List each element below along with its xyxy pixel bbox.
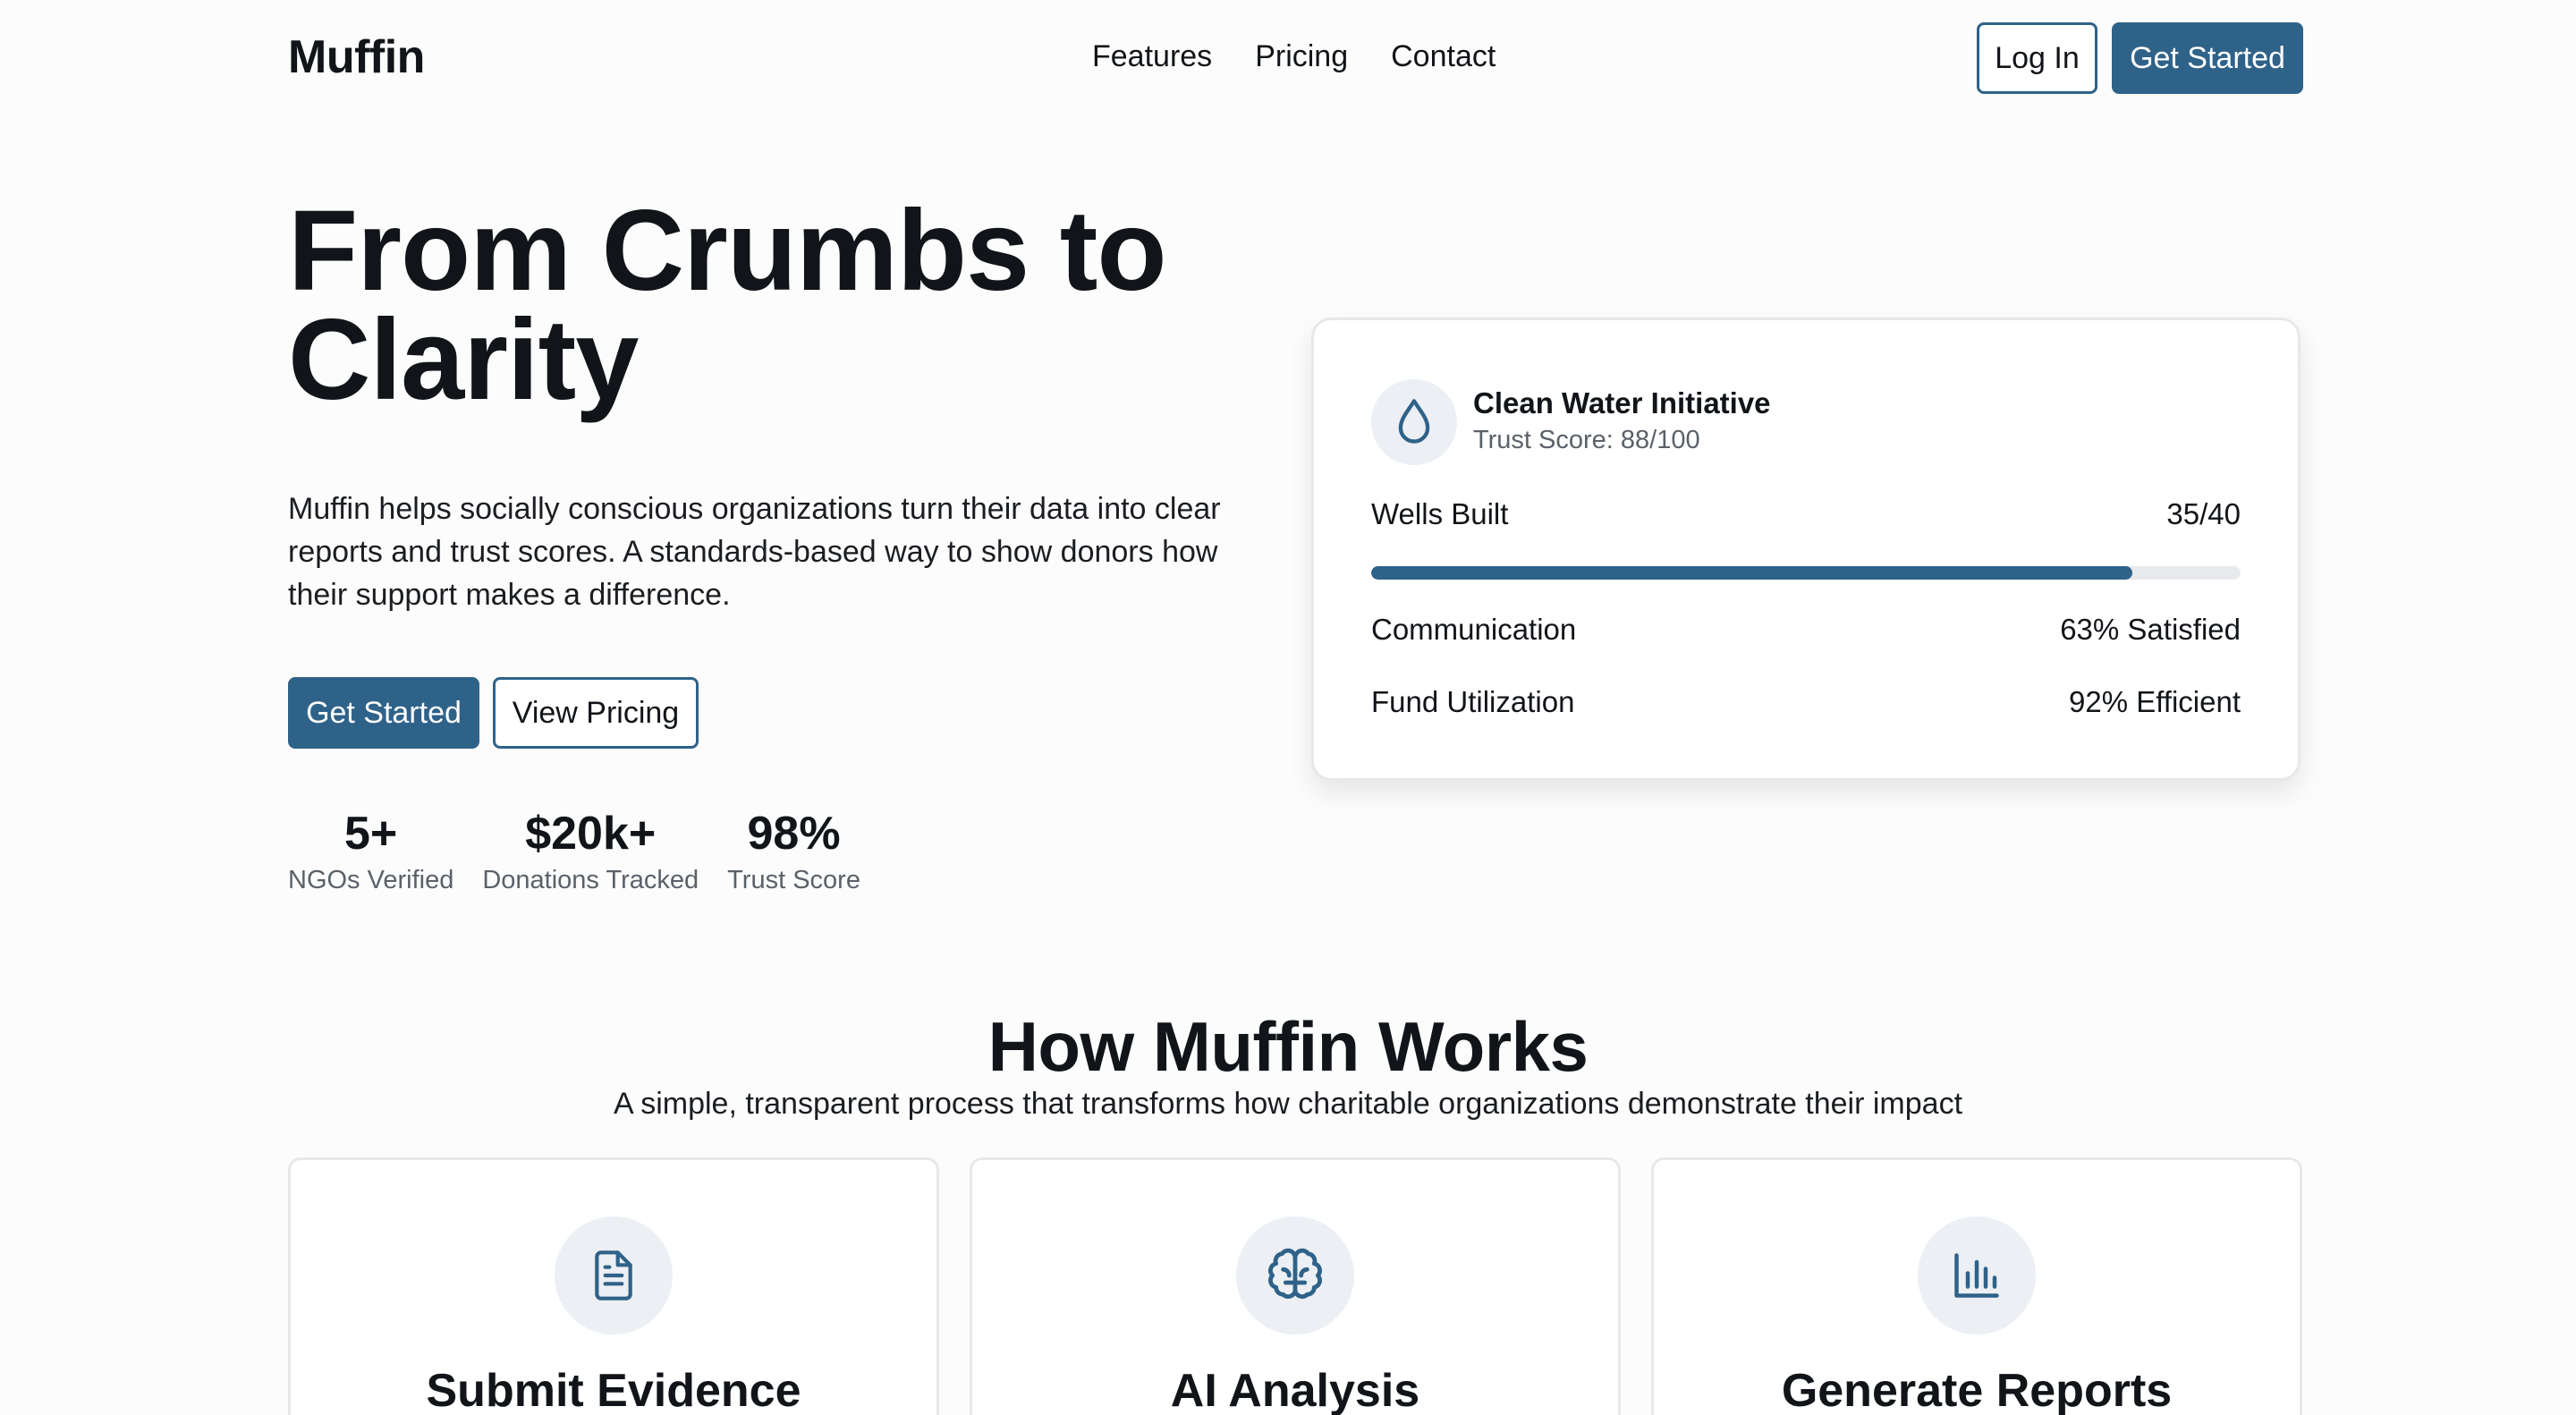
feature-title: AI Analysis xyxy=(1170,1365,1420,1415)
how-it-works-subtitle: A simple, transparent process that trans… xyxy=(613,1087,1963,1121)
main-nav: Features Pricing Contact xyxy=(1092,39,1496,74)
stat-label: Donations Tracked xyxy=(482,866,699,894)
hero-get-started-button[interactable]: Get Started xyxy=(288,677,479,749)
communication-label: Communication xyxy=(1371,613,1577,646)
fund-utilization-value: 92% Efficient xyxy=(2068,685,2241,718)
fund-utilization-row: Fund Utilization 92% Efficient xyxy=(1371,685,2241,719)
stat-value: $20k+ xyxy=(525,808,657,860)
feature-title: Generate Reports xyxy=(1781,1365,2173,1415)
water-drop-icon xyxy=(1371,379,1457,465)
brain-icon xyxy=(1236,1216,1354,1335)
stat-label: NGOs Verified xyxy=(288,866,454,894)
wells-row: Wells Built 35/40 xyxy=(1371,497,2241,531)
header-get-started-button[interactable]: Get Started xyxy=(2112,22,2303,94)
stat-value: 5+ xyxy=(344,808,398,860)
communication-value: 63% Satisfied xyxy=(2060,613,2241,646)
login-button[interactable]: Log In xyxy=(1977,22,2097,94)
feature-card-generate-reports: Generate Reports xyxy=(1651,1157,2302,1415)
wells-progress-bar xyxy=(1371,566,2241,580)
project-trust-score: Trust Score: 88/100 xyxy=(1473,426,1700,454)
bar-chart-icon xyxy=(1918,1216,2036,1335)
stat-value: 98% xyxy=(747,808,841,860)
project-title: Clean Water Initiative xyxy=(1473,386,1771,419)
nav-pricing-link[interactable]: Pricing xyxy=(1255,39,1348,74)
stat-donations: $20k+ Donations Tracked xyxy=(482,807,699,895)
view-pricing-button[interactable]: View Pricing xyxy=(493,677,699,749)
hero-title: From Crumbs to Clarity xyxy=(288,187,1167,424)
wells-progress-fill xyxy=(1371,566,2132,580)
brand-logo[interactable]: Muffin xyxy=(288,30,425,84)
project-card: Clean Water Initiative Trust Score: 88/1… xyxy=(1311,318,2301,781)
how-it-works-title: How Muffin Works xyxy=(987,1007,1589,1086)
stat-trust: 98% Trust Score xyxy=(727,807,860,895)
feature-card-submit-evidence: Submit Evidence xyxy=(288,1157,939,1415)
hero-description: Muffin helps socially conscious organiza… xyxy=(288,492,1221,612)
wells-label: Wells Built xyxy=(1371,497,1509,530)
document-icon xyxy=(555,1216,673,1335)
stat-ngos: 5+ NGOs Verified xyxy=(288,807,453,895)
feature-title: Submit Evidence xyxy=(426,1365,801,1415)
landing-page: Muffin Features Pricing Contact Log In G… xyxy=(0,0,2576,1415)
feature-card-ai-analysis: AI Analysis xyxy=(970,1157,1621,1415)
hero-stats: 5+ NGOs Verified $20k+ Donations Tracked… xyxy=(288,807,860,895)
stat-label: Trust Score xyxy=(727,866,860,894)
fund-utilization-label: Fund Utilization xyxy=(1371,685,1575,718)
nav-contact-link[interactable]: Contact xyxy=(1391,39,1496,74)
communication-row: Communication 63% Satisfied xyxy=(1371,613,2241,647)
wells-value: 35/40 xyxy=(2166,497,2241,530)
nav-features-link[interactable]: Features xyxy=(1092,39,1212,74)
